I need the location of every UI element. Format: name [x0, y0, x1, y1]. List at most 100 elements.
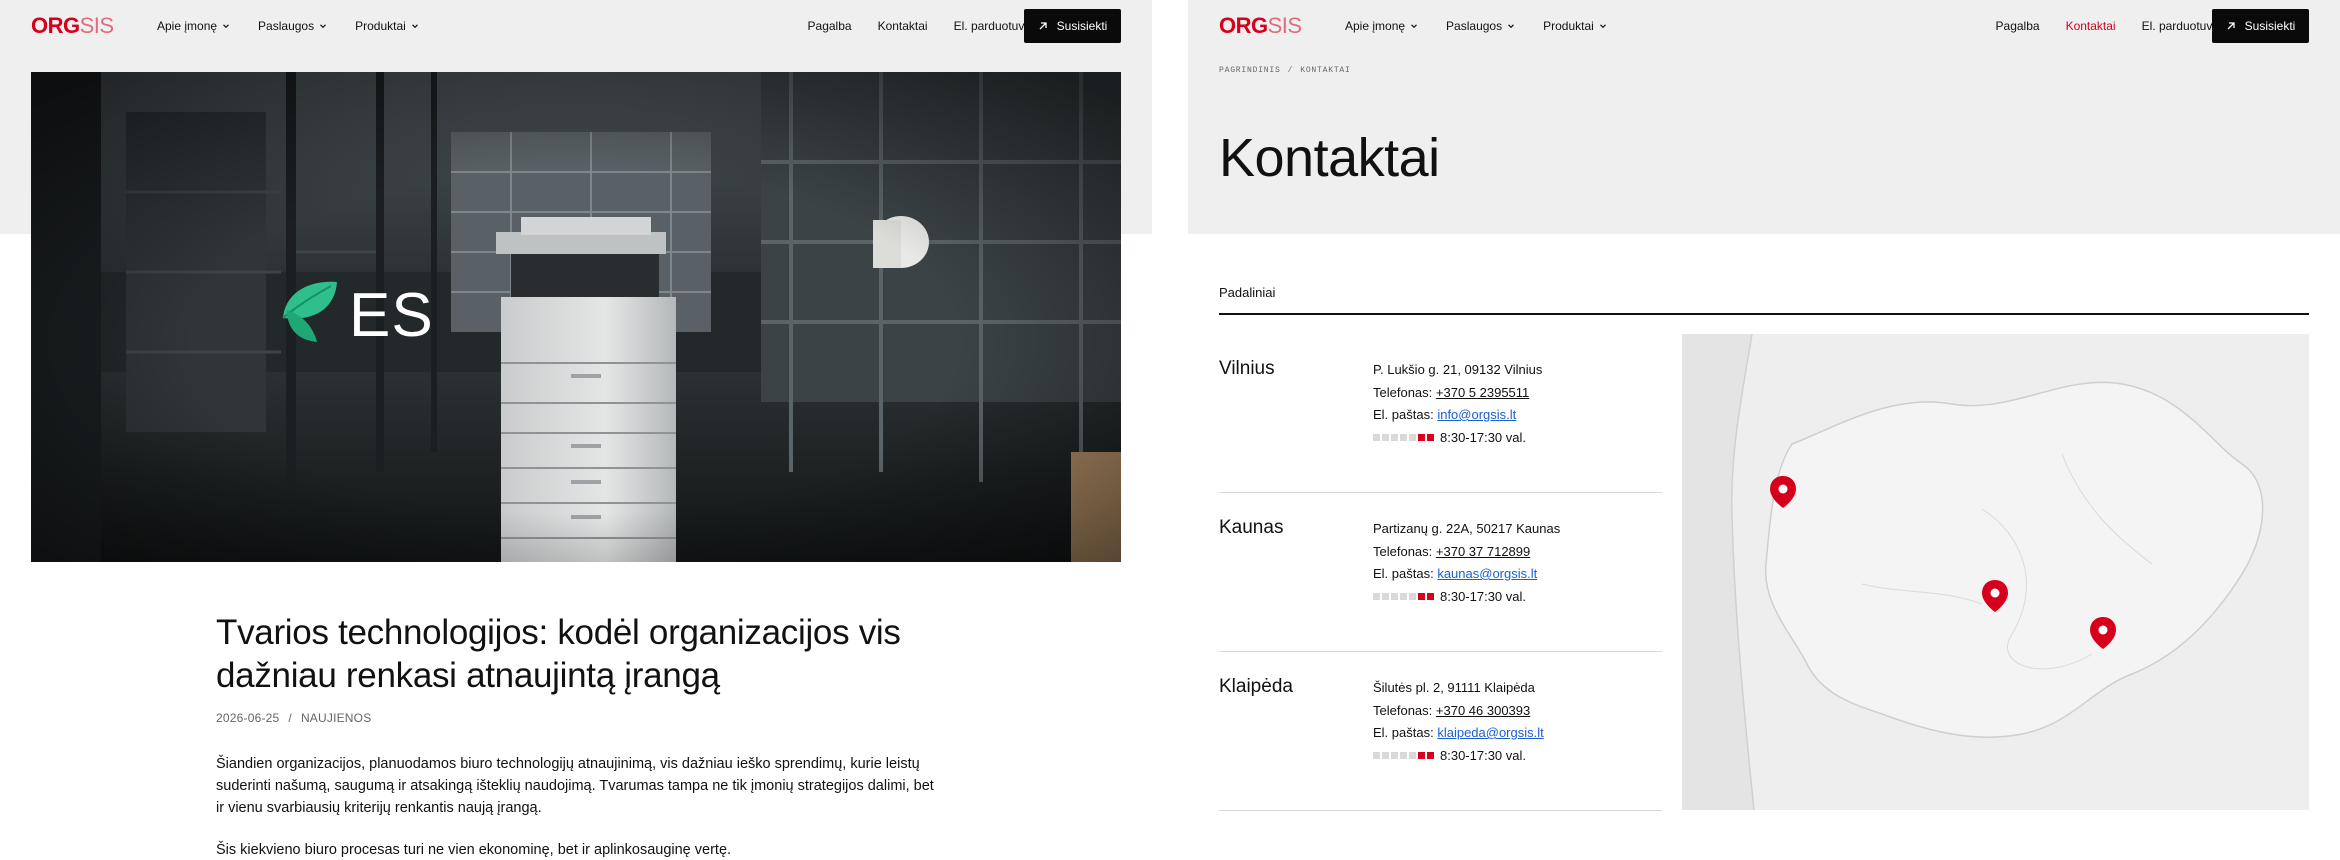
main-nav: Apie įmonę Paslaugos Produktai	[157, 19, 419, 33]
nav-el-parduotuve[interactable]: El. parduotuvė	[2142, 19, 2219, 33]
nav-produktai[interactable]: Produktai	[1543, 19, 1607, 33]
arrow-up-right-icon	[1039, 22, 1047, 30]
hero-image: ES	[31, 72, 1121, 562]
day-dot	[1400, 751, 1407, 759]
nav-pagalba[interactable]: Pagalba	[1996, 19, 2040, 33]
phone-link[interactable]: +370 5 2395511	[1436, 385, 1529, 400]
office-card-klaipeda: Klaipėda Šilutės pl. 2, 91111 Klaipėda T…	[1219, 652, 1662, 811]
workdays-indicator	[1373, 433, 1434, 441]
breadcrumb: PAGRINDINIS / KONTAKTAI	[1219, 66, 1351, 75]
breadcrumb-current: KONTAKTAI	[1300, 66, 1351, 75]
nav-apie-imone[interactable]: Apie įmonę	[157, 19, 230, 33]
phone-link[interactable]: +370 46 300393	[1436, 703, 1530, 718]
day-dot	[1391, 433, 1398, 441]
breadcrumb-home[interactable]: PAGRINDINIS	[1219, 66, 1281, 75]
day-dot	[1427, 751, 1434, 759]
email-label: El. paštas:	[1373, 725, 1434, 740]
office-city: Klaipėda	[1219, 676, 1293, 697]
day-dot	[1409, 751, 1416, 759]
chevron-down-icon	[1411, 24, 1417, 29]
contact-button[interactable]: Susisiekti	[2212, 9, 2309, 43]
chevron-down-icon	[1599, 24, 1606, 29]
page-title: Kontaktai	[1219, 128, 1440, 188]
article-category[interactable]: NAUJIENOS	[301, 711, 371, 725]
day-dot	[1409, 592, 1416, 600]
nav-paslaugos[interactable]: Paslaugos	[258, 19, 327, 33]
office-address: P. Lukšio g. 21, 09132 Vilnius	[1373, 362, 1543, 377]
chevron-down-icon	[1508, 24, 1515, 29]
day-dot	[1400, 433, 1407, 441]
warehouse-printer-photo	[31, 72, 1121, 562]
meta-separator: /	[288, 711, 292, 725]
workdays-indicator	[1373, 751, 1434, 759]
article-body: Tvarios technologijos: kodėl organizacij…	[216, 611, 936, 860]
day-dot	[1373, 433, 1380, 441]
nav-kontaktai[interactable]: Kontaktai	[878, 19, 928, 33]
workdays-indicator	[1373, 592, 1434, 600]
hero-badge-text: ES	[349, 281, 434, 350]
office-hours: 8:30-17:30 val.	[1440, 747, 1527, 763]
article-title: Tvarios technologijos: kodėl organizacij…	[216, 613, 901, 695]
day-dot	[1400, 592, 1407, 600]
nav-el-parduotuve[interactable]: El. parduotuvė	[954, 19, 1031, 33]
phone-link[interactable]: +370 37 712899	[1436, 544, 1530, 559]
breadcrumb-separator: /	[1287, 66, 1294, 75]
office-address: Partizanų g. 22A, 50217 Kaunas	[1373, 521, 1561, 536]
day-dot	[1382, 751, 1389, 759]
day-dot	[1427, 433, 1434, 441]
phone-label: Telefonas:	[1373, 543, 1433, 559]
orgsis-logo[interactable]: ORGSIS	[31, 15, 114, 37]
site-header: ORGSIS Apie įmonę Paslaugos Produktai Pa…	[1188, 0, 2340, 52]
article-date: 2026-06-25	[216, 711, 280, 725]
day-dot	[1418, 592, 1425, 600]
panel-divider	[1152, 0, 1188, 860]
email-label: El. paštas:	[1373, 407, 1434, 422]
nav-apie-imone[interactable]: Apie įmonę	[1345, 19, 1418, 33]
main-nav: Apie įmonę Paslaugos Produktai	[1345, 19, 1607, 33]
article-page: ORGSIS Apie įmonę Paslaugos Produktai Pa…	[0, 0, 1152, 860]
lithuania-map	[1682, 334, 2309, 810]
office-details: Šilutės pl. 2, 91111 Klaipėda Telefonas:…	[1373, 677, 1544, 767]
office-hours: 8:30-17:30 val.	[1440, 588, 1527, 604]
day-dot	[1391, 592, 1398, 600]
office-card-kaunas: Kaunas Partizanų g. 22A, 50217 Kaunas Te…	[1219, 493, 1662, 652]
day-dot	[1418, 433, 1425, 441]
contacts-page: ORGSIS Apie įmonę Paslaugos Produktai Pa…	[1188, 0, 2340, 860]
email-link[interactable]: kaunas@orgsis.lt	[1437, 566, 1537, 581]
nav-pagalba[interactable]: Pagalba	[808, 19, 852, 33]
day-dot	[1391, 751, 1398, 759]
phone-label: Telefonas:	[1373, 702, 1433, 718]
email-link[interactable]: klaipeda@orgsis.lt	[1437, 725, 1543, 740]
office-address: Šilutės pl. 2, 91111 Klaipėda	[1373, 680, 1535, 695]
article-meta: 2026-06-25 / NAUJIENOS	[216, 711, 936, 725]
office-card-vilnius: Vilnius P. Lukšio g. 21, 09132 Vilnius T…	[1219, 334, 1662, 493]
offices-map[interactable]	[1682, 334, 2309, 810]
nav-produktai[interactable]: Produktai	[355, 19, 419, 33]
office-city: Vilnius	[1219, 358, 1275, 379]
contact-button[interactable]: Susisiekti	[1024, 9, 1121, 43]
nav-kontaktai[interactable]: Kontaktai	[2066, 19, 2116, 33]
day-dot	[1427, 592, 1434, 600]
email-link[interactable]: info@orgsis.lt	[1437, 407, 1516, 422]
utility-nav: Pagalba Kontaktai El. parduotuvė	[808, 19, 1031, 33]
office-hours: 8:30-17:30 val.	[1440, 429, 1527, 445]
day-dot	[1373, 592, 1380, 600]
day-dot	[1409, 433, 1416, 441]
arrow-up-right-icon	[2227, 22, 2235, 30]
tab-bar: Padaliniai	[1219, 284, 2309, 315]
site-header: ORGSIS Apie įmonę Paslaugos Produktai Pa…	[0, 0, 1152, 52]
chevron-down-icon	[411, 24, 418, 29]
day-dot	[1373, 751, 1380, 759]
nav-paslaugos[interactable]: Paslaugos	[1446, 19, 1515, 33]
office-details: Partizanų g. 22A, 50217 Kaunas Telefonas…	[1373, 518, 1560, 608]
tab-padaliniai[interactable]: Padaliniai	[1219, 285, 1275, 300]
phone-label: Telefonas:	[1373, 384, 1433, 400]
day-dot	[1382, 433, 1389, 441]
office-details: P. Lukšio g. 21, 09132 Vilnius Telefonas…	[1373, 359, 1542, 449]
day-dot	[1382, 592, 1389, 600]
utility-nav: Pagalba Kontaktai El. parduotuvė	[1996, 19, 2219, 33]
chevron-down-icon	[223, 24, 229, 29]
day-dot	[1418, 751, 1425, 759]
article-paragraph: Šiandien organizacijos, planuodamos biur…	[216, 756, 934, 816]
orgsis-logo[interactable]: ORGSIS	[1219, 15, 1302, 37]
